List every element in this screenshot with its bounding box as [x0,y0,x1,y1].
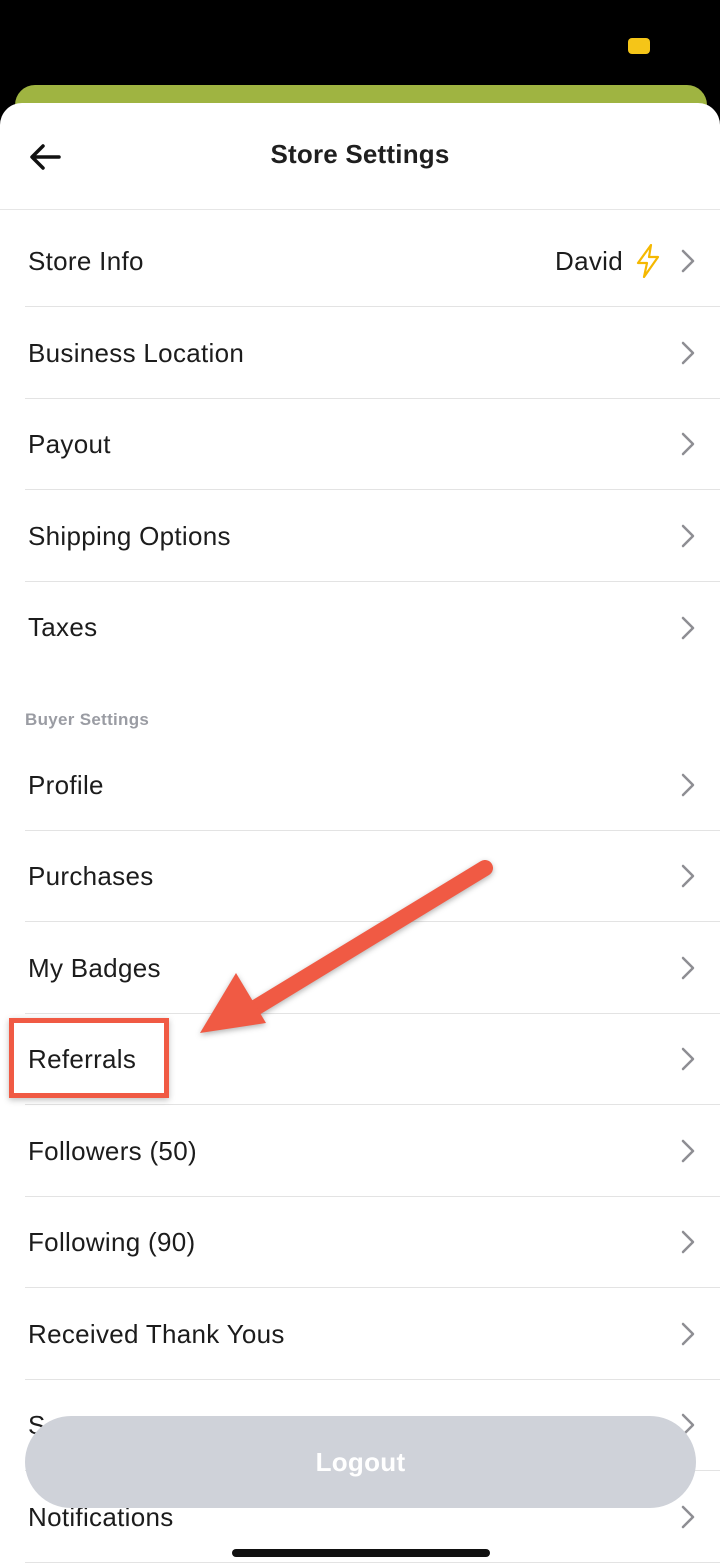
settings-sheet: Store Settings Store Info David Business… [0,103,720,1564]
annotation-arrow [200,860,493,1033]
logout-button[interactable]: Logout [25,1416,696,1508]
home-indicator [232,1549,490,1557]
status-indicator [628,38,650,54]
